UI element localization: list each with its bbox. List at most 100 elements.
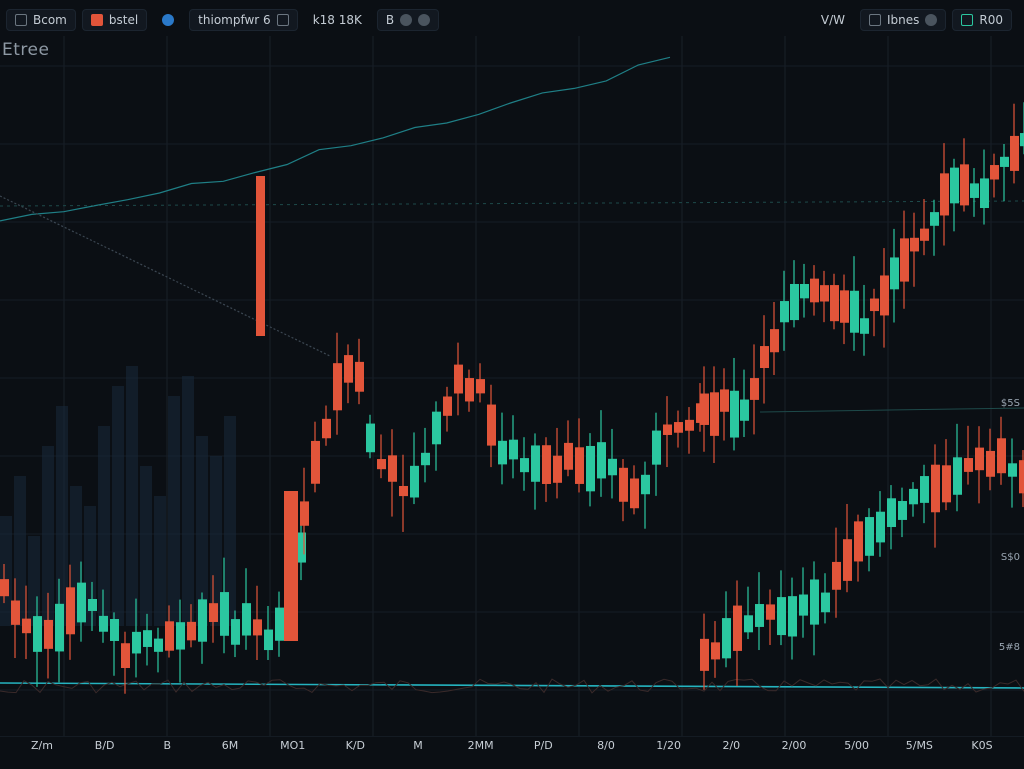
- candle-down: [443, 396, 452, 416]
- candle-up: [366, 423, 375, 453]
- candle-down: [44, 619, 53, 649]
- candle-down: [311, 440, 320, 484]
- price-chart[interactable]: [0, 36, 1024, 736]
- time-axis-label: 2/00: [781, 739, 807, 752]
- candle-down: [711, 642, 720, 660]
- candle-down: [880, 275, 889, 316]
- trendline-drawing: [0, 195, 331, 357]
- candle-down: [920, 228, 929, 241]
- candle-down: [284, 491, 298, 641]
- settings-button[interactable]: B: [376, 9, 440, 31]
- candle-up: [498, 440, 507, 465]
- volume-bar: [154, 496, 166, 626]
- candle-up: [432, 411, 441, 445]
- add-button[interactable]: R00: [952, 9, 1012, 31]
- price-axis-label: 5#8: [998, 642, 1020, 653]
- time-axis-label: K/D: [345, 739, 366, 752]
- candle-down: [1019, 460, 1024, 494]
- candle-down: [377, 459, 386, 470]
- candle-up: [531, 445, 540, 482]
- time-axis-label: 5/00: [844, 739, 870, 752]
- candle-up: [88, 598, 97, 611]
- candle-up: [970, 183, 979, 198]
- candle-down: [465, 378, 474, 402]
- candle-up: [264, 629, 273, 651]
- interval-icon: [90, 14, 103, 26]
- candle-down: [910, 237, 919, 252]
- candle-up: [55, 603, 64, 652]
- candle-up: [143, 630, 152, 647]
- candle-up: [799, 594, 808, 616]
- candle-up: [950, 167, 959, 204]
- candle-up: [810, 579, 819, 625]
- candle-down: [964, 458, 973, 472]
- candle-down: [399, 485, 408, 497]
- candle-down: [750, 378, 759, 400]
- indicators-button[interactable]: thiompfwr 6: [189, 9, 298, 31]
- candle-down: [760, 346, 769, 369]
- time-axis-label: K0S: [971, 739, 993, 752]
- candle-up: [730, 390, 739, 438]
- interval-button-label: bstel: [108, 13, 139, 27]
- volume-bar: [168, 396, 180, 626]
- interval-button[interactable]: bstel: [81, 9, 148, 31]
- settings-icon: [400, 14, 413, 26]
- candle-up: [790, 283, 799, 321]
- candle-up: [33, 616, 42, 652]
- candle-up: [652, 430, 661, 465]
- candle-down: [630, 478, 639, 509]
- candle-up: [930, 212, 939, 226]
- volume-bar: [28, 536, 40, 626]
- candle-up: [176, 622, 185, 650]
- candle-down: [355, 361, 364, 392]
- candle-up: [275, 607, 284, 641]
- volume-bar: [182, 376, 194, 626]
- price-level-line: [0, 200, 1024, 207]
- zoom-button[interactable]: Ibnes: [859, 9, 947, 31]
- settings-button-label: B: [385, 13, 395, 27]
- candle-down: [333, 363, 342, 411]
- add-icon: [961, 14, 974, 26]
- right-label: V/W: [820, 13, 845, 27]
- candle-up: [421, 452, 430, 466]
- add-button-label: R00: [979, 13, 1003, 27]
- candle-down: [11, 600, 20, 625]
- candle-up: [198, 599, 207, 642]
- chart-type-button[interactable]: [153, 9, 183, 31]
- chart-toolbar: Bcom bstel thiompfwr 6 k18 18K B V/W Ibn…: [0, 0, 1024, 40]
- volume-bar: [0, 516, 12, 626]
- candle-down: [940, 173, 949, 216]
- chart-symbol-title: Etree: [2, 40, 50, 60]
- time-axis-label: 1/20: [656, 739, 682, 752]
- candle-down: [663, 424, 672, 435]
- zoom-button-label: Ibnes: [886, 13, 920, 27]
- symbol-button[interactable]: Bcom: [6, 9, 76, 31]
- candle-down: [820, 285, 829, 302]
- candle-down: [997, 438, 1006, 474]
- candle-down: [165, 621, 174, 651]
- candle-up: [898, 501, 907, 520]
- time-axis-label: 6M: [221, 739, 239, 752]
- candle-up: [1000, 156, 1009, 167]
- candle-up: [744, 615, 753, 633]
- candle-down: [322, 418, 331, 439]
- candle-up: [154, 638, 163, 652]
- candle-down: [209, 603, 218, 622]
- candle-up: [920, 476, 929, 503]
- candle-up: [520, 458, 529, 473]
- toolbar-right: V/W Ibnes R00: [812, 9, 1018, 31]
- candle-down: [931, 464, 940, 513]
- candle-down: [685, 419, 694, 431]
- candle-down: [388, 455, 397, 482]
- time-axis-label: B/D: [94, 739, 115, 752]
- candle-down: [840, 290, 849, 323]
- candle-up: [887, 498, 896, 528]
- candle-down: [986, 450, 995, 477]
- candle-down: [300, 501, 309, 526]
- chart-icon: [15, 14, 27, 26]
- candle-up: [777, 597, 786, 636]
- fullscreen-icon: [418, 14, 431, 26]
- candle-down: [733, 605, 742, 651]
- candle-up: [231, 619, 240, 645]
- candle-down: [553, 455, 562, 483]
